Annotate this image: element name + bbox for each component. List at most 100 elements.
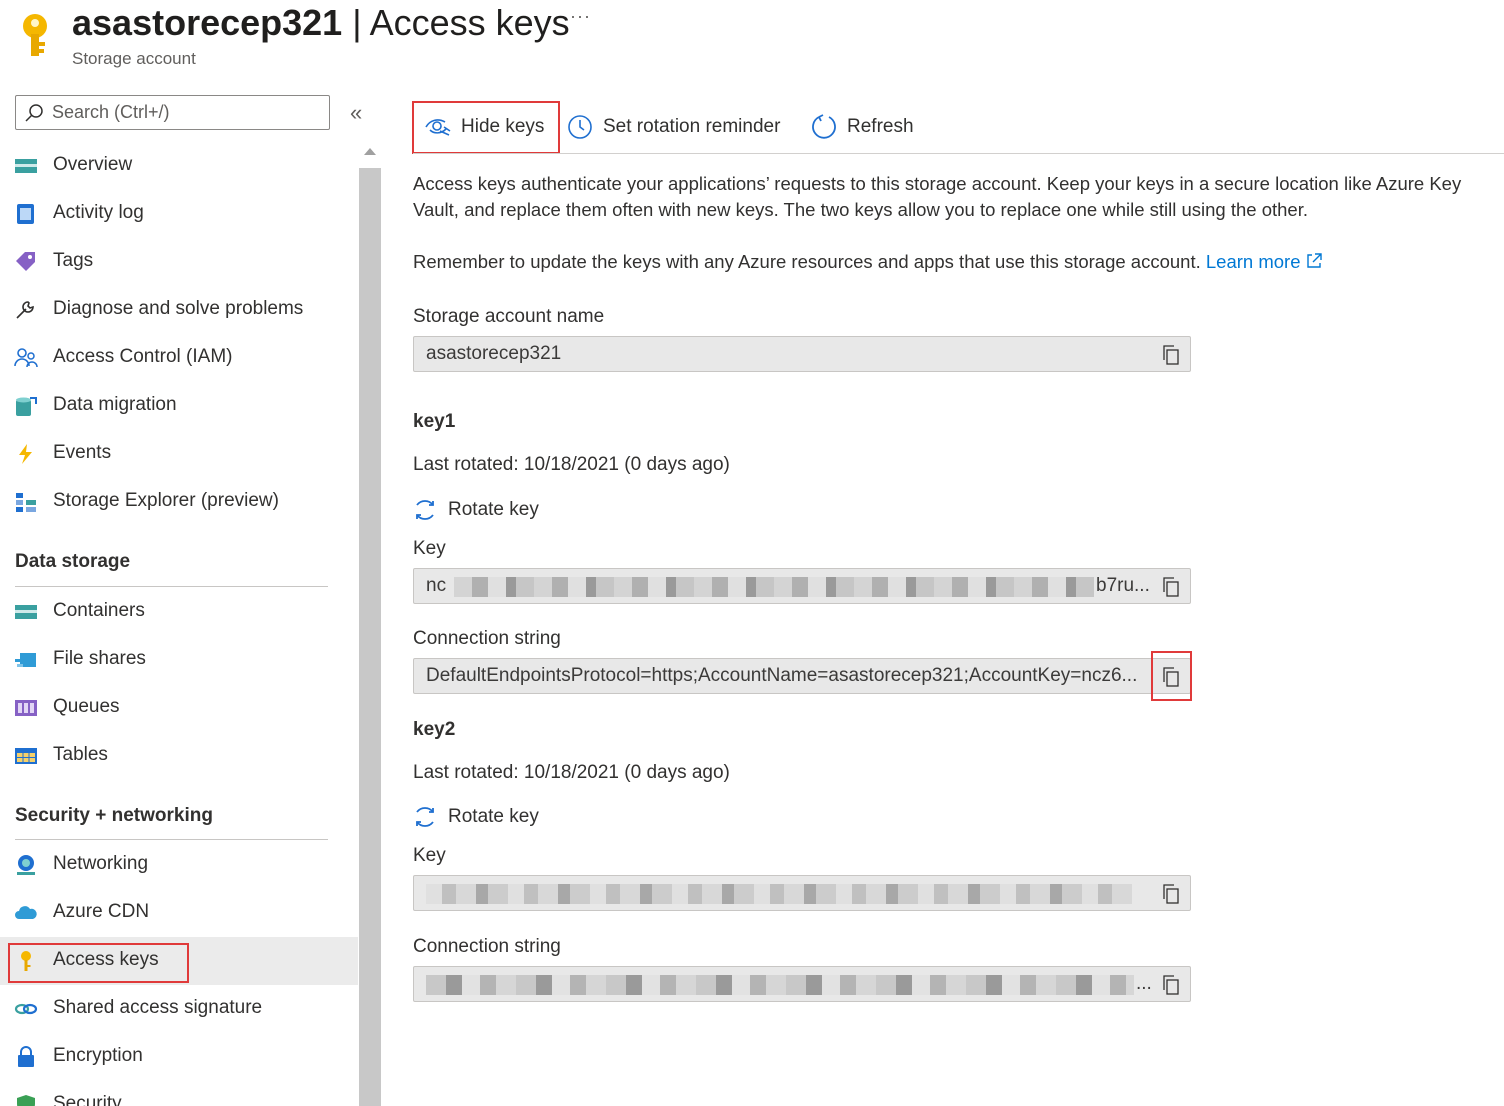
sidebar-item-label: Networking — [53, 853, 149, 874]
sidebar-item-label: Overview — [53, 154, 133, 175]
key-icon — [23, 14, 47, 56]
refresh-button[interactable]: Refresh — [811, 110, 914, 144]
rotate-icon — [416, 500, 434, 520]
sidebar-item-azure-cdn[interactable]: Azure CDN — [0, 889, 358, 937]
refresh-icon — [812, 114, 836, 139]
sidebar-item-encryption[interactable]: Encryption — [0, 1033, 358, 1081]
more-options-button[interactable]: ··· — [570, 6, 591, 27]
set-rotation-reminder-button[interactable]: Set rotation reminder — [567, 110, 780, 144]
key2-key-field[interactable] — [413, 875, 1191, 911]
toolbar-divider — [413, 153, 1504, 154]
sidebar-item-file-shares[interactable]: File shares — [0, 636, 358, 684]
key1-key-suffix: b7ru... — [1096, 575, 1150, 596]
storage-account-name-field[interactable]: asastorecep321 — [413, 336, 1191, 372]
redacted-key — [426, 884, 1132, 904]
storage-account-name-value: asastorecep321 — [426, 343, 562, 364]
search-placeholder: Search (Ctrl+/) — [52, 102, 170, 122]
redacted-key — [454, 577, 1094, 597]
section-divider — [15, 586, 328, 587]
sidebar-item-security[interactable]: Security — [0, 1081, 358, 1106]
sidebar-item-queues[interactable]: Queues — [0, 684, 358, 732]
scrollbar-track[interactable] — [359, 168, 381, 1106]
section-divider — [15, 839, 328, 840]
storage-explorer-icon — [16, 493, 36, 512]
sidebar-item-events[interactable]: Events — [0, 430, 358, 478]
sidebar-item-label: Tags — [53, 250, 94, 271]
shield-icon — [17, 1095, 35, 1106]
sidebar-item-containers[interactable]: Containers — [0, 588, 358, 636]
sidebar-item-label: Shared access signature — [53, 997, 263, 1018]
reminder-sentence: Remember to update the keys with any Azu… — [413, 251, 1201, 272]
sidebar-item-label: Data migration — [53, 394, 177, 415]
rotate-icon — [416, 807, 434, 827]
key1-connection-string-label: Connection string — [413, 628, 561, 649]
collapse-sidebar-button[interactable]: « — [350, 100, 362, 126]
sidebar-item-diagnose[interactable]: Diagnose and solve problems — [0, 286, 358, 334]
file-shares-icon — [15, 653, 36, 667]
key1-key-prefix: nc — [426, 575, 447, 596]
sidebar-item-label: Activity log — [53, 202, 144, 223]
tables-icon — [15, 748, 37, 764]
sidebar-item-shared-access-signature[interactable]: Shared access signature — [0, 985, 358, 1033]
sidebar-item-tables[interactable]: Tables — [0, 732, 358, 780]
key2-rotate-key-button[interactable]: Rotate key — [412, 802, 539, 832]
sidebar-item-iam[interactable]: Access Control (IAM) — [0, 334, 358, 382]
sidebar-item-label: Events — [53, 442, 112, 463]
data-migration-icon — [16, 397, 37, 416]
key1-rotate-key-button[interactable]: Rotate key — [412, 495, 539, 525]
highlight-box — [1151, 651, 1192, 701]
rotate-key-label: Rotate key — [448, 499, 539, 520]
activity-log-icon — [17, 204, 34, 224]
page-subtitle: Storage account — [72, 49, 196, 68]
lock-icon — [18, 1046, 34, 1067]
sidebar-scrollbar[interactable] — [359, 140, 381, 1106]
copy-icon[interactable] — [1162, 345, 1180, 365]
sidebar-item-tags[interactable]: Tags — [0, 238, 358, 286]
intro-text: Access keys authenticate your applicatio… — [413, 173, 1462, 220]
copy-icon[interactable] — [1162, 577, 1180, 597]
wrench-icon — [16, 301, 34, 319]
key2-connection-string-label: Connection string — [413, 936, 561, 957]
sidebar-item-networking[interactable]: Networking — [0, 841, 358, 889]
redacted-connection-string — [426, 975, 1134, 995]
sidebar-item-label: Containers — [53, 600, 145, 621]
sidebar-item-label: Queues — [53, 696, 120, 717]
key2-connection-string-field[interactable]: ... — [413, 966, 1191, 1002]
search-input[interactable]: Search (Ctrl+/) — [15, 95, 330, 130]
sidebar-item-label: Access Control (IAM) — [53, 346, 233, 367]
external-link-icon — [1306, 253, 1322, 268]
scroll-up-arrow-icon[interactable] — [364, 148, 376, 155]
key2-connection-string-suffix: ... — [1136, 973, 1152, 994]
rotate-key-label: Rotate key — [448, 806, 539, 827]
storage-account-name-label: Storage account name — [413, 306, 605, 327]
sidebar-item-storage-explorer[interactable]: Storage Explorer (preview) — [0, 478, 358, 526]
section-heading-data-storage: Data storage — [15, 551, 131, 572]
key1-key-field[interactable]: nc b7ru... — [413, 568, 1191, 604]
queues-icon — [15, 700, 37, 716]
page-name: Access keys — [369, 2, 570, 43]
link-icon — [14, 1003, 38, 1015]
copy-icon[interactable] — [1162, 975, 1180, 995]
sidebar-item-activity-log[interactable]: Activity log — [0, 190, 358, 238]
copy-icon[interactable] — [1162, 884, 1180, 904]
sidebar-item-data-migration[interactable]: Data migration — [0, 382, 358, 430]
learn-more-label: Learn more — [1205, 251, 1301, 272]
tag-icon — [16, 252, 35, 271]
sidebar-item-label: Tables — [53, 744, 108, 765]
refresh-label: Refresh — [847, 116, 914, 137]
sidebar-item-label: Storage Explorer (preview) — [53, 490, 279, 511]
people-icon — [14, 348, 38, 368]
learn-more-link[interactable]: Learn more — [1206, 251, 1322, 272]
sidebar-item-label: File shares — [53, 648, 146, 669]
section-heading-security: Security + networking — [15, 805, 213, 826]
overview-icon — [15, 159, 37, 173]
key2-key-label: Key — [413, 845, 446, 866]
sidebar-item-overview[interactable]: Overview — [0, 142, 358, 190]
page-title: asastorecep321 | Access keys — [72, 2, 570, 44]
containers-icon — [15, 605, 37, 619]
reminder-text: Remember to update the keys with any Azu… — [413, 249, 1322, 275]
key1-connection-string-field[interactable]: DefaultEndpointsProtocol=https;AccountNa… — [413, 658, 1191, 694]
sidebar-item-label: Diagnose and solve problems — [53, 298, 304, 319]
sidebar-item-label: Azure CDN — [53, 901, 150, 922]
set-rotation-reminder-label: Set rotation reminder — [603, 116, 781, 137]
